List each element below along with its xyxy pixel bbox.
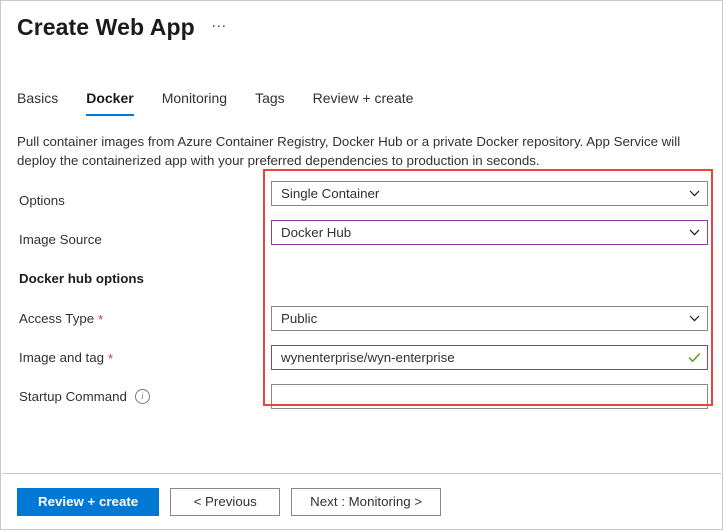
label-image-and-tag: Image and tag * <box>19 349 113 367</box>
tab-tags[interactable]: Tags <box>255 89 285 116</box>
options-dropdown[interactable]: Single Container <box>271 181 708 206</box>
label-image-and-tag-text: Image and tag <box>19 349 105 365</box>
image-and-tag-field[interactable]: wynenterprise/wyn-enterprise <box>271 345 708 370</box>
section-heading-docker-hub-options: Docker hub options <box>19 271 144 286</box>
label-startup-command: Startup Command i <box>19 388 150 406</box>
info-icon[interactable]: i <box>134 389 150 404</box>
label-startup-command-text: Startup Command <box>19 388 127 404</box>
label-access-type: Access Type * <box>19 310 103 328</box>
field-row-access-type: Access Type * Public <box>1 299 722 338</box>
create-web-app-window: Create Web App … Basics Docker Monitorin… <box>0 0 723 530</box>
field-row-startup-command: Startup Command i <box>1 377 722 416</box>
field-row-image-source: Image Source Docker Hub <box>1 220 722 259</box>
label-options-text: Options <box>19 192 65 208</box>
field-row-image-and-tag: Image and tag * wynenterprise/wyn-enterp… <box>1 338 722 377</box>
required-asterisk: * <box>98 312 104 327</box>
window-header: Create Web App … <box>1 1 722 53</box>
page-title: Create Web App <box>17 14 195 40</box>
previous-button[interactable]: < Previous <box>170 487 281 516</box>
required-asterisk: * <box>108 351 114 366</box>
review-create-button[interactable]: Review + create <box>17 487 160 516</box>
label-access-type-text: Access Type <box>19 310 95 326</box>
image-source-dropdown[interactable]: Docker Hub <box>271 220 708 245</box>
options-dropdown-value: Single Container <box>281 185 380 201</box>
chevron-down-icon <box>681 229 707 236</box>
access-type-dropdown-value: Public <box>281 310 318 326</box>
tab-bar: Basics Docker Monitoring Tags Review + c… <box>17 89 441 116</box>
field-row-section-heading: Docker hub options <box>1 259 722 299</box>
tab-docker[interactable]: Docker <box>86 89 135 116</box>
next-monitoring-button[interactable]: Next : Monitoring > <box>291 487 442 516</box>
check-icon <box>681 352 707 363</box>
wizard-footer: Review + create < Previous Next : Monito… <box>1 474 722 529</box>
tab-description: Pull container images from Azure Contain… <box>17 134 681 168</box>
overflow-menu-icon[interactable]: … <box>211 14 229 32</box>
image-source-dropdown-value: Docker Hub <box>281 224 352 240</box>
chevron-down-icon <box>681 190 707 197</box>
docker-form: Options Single Container Image Source Do… <box>1 181 722 416</box>
tab-basics[interactable]: Basics <box>17 89 58 116</box>
label-image-source: Image Source <box>19 231 102 249</box>
label-options: Options <box>19 192 65 210</box>
tab-review-create[interactable]: Review + create <box>313 89 414 116</box>
image-and-tag-input[interactable]: wynenterprise/wyn-enterprise <box>272 349 681 367</box>
access-type-dropdown[interactable]: Public <box>271 306 708 331</box>
chevron-down-icon <box>681 315 707 322</box>
tab-monitoring[interactable]: Monitoring <box>162 89 227 116</box>
field-row-options: Options Single Container <box>1 181 722 220</box>
startup-command-field[interactable] <box>271 384 708 409</box>
label-image-source-text: Image Source <box>19 231 102 247</box>
